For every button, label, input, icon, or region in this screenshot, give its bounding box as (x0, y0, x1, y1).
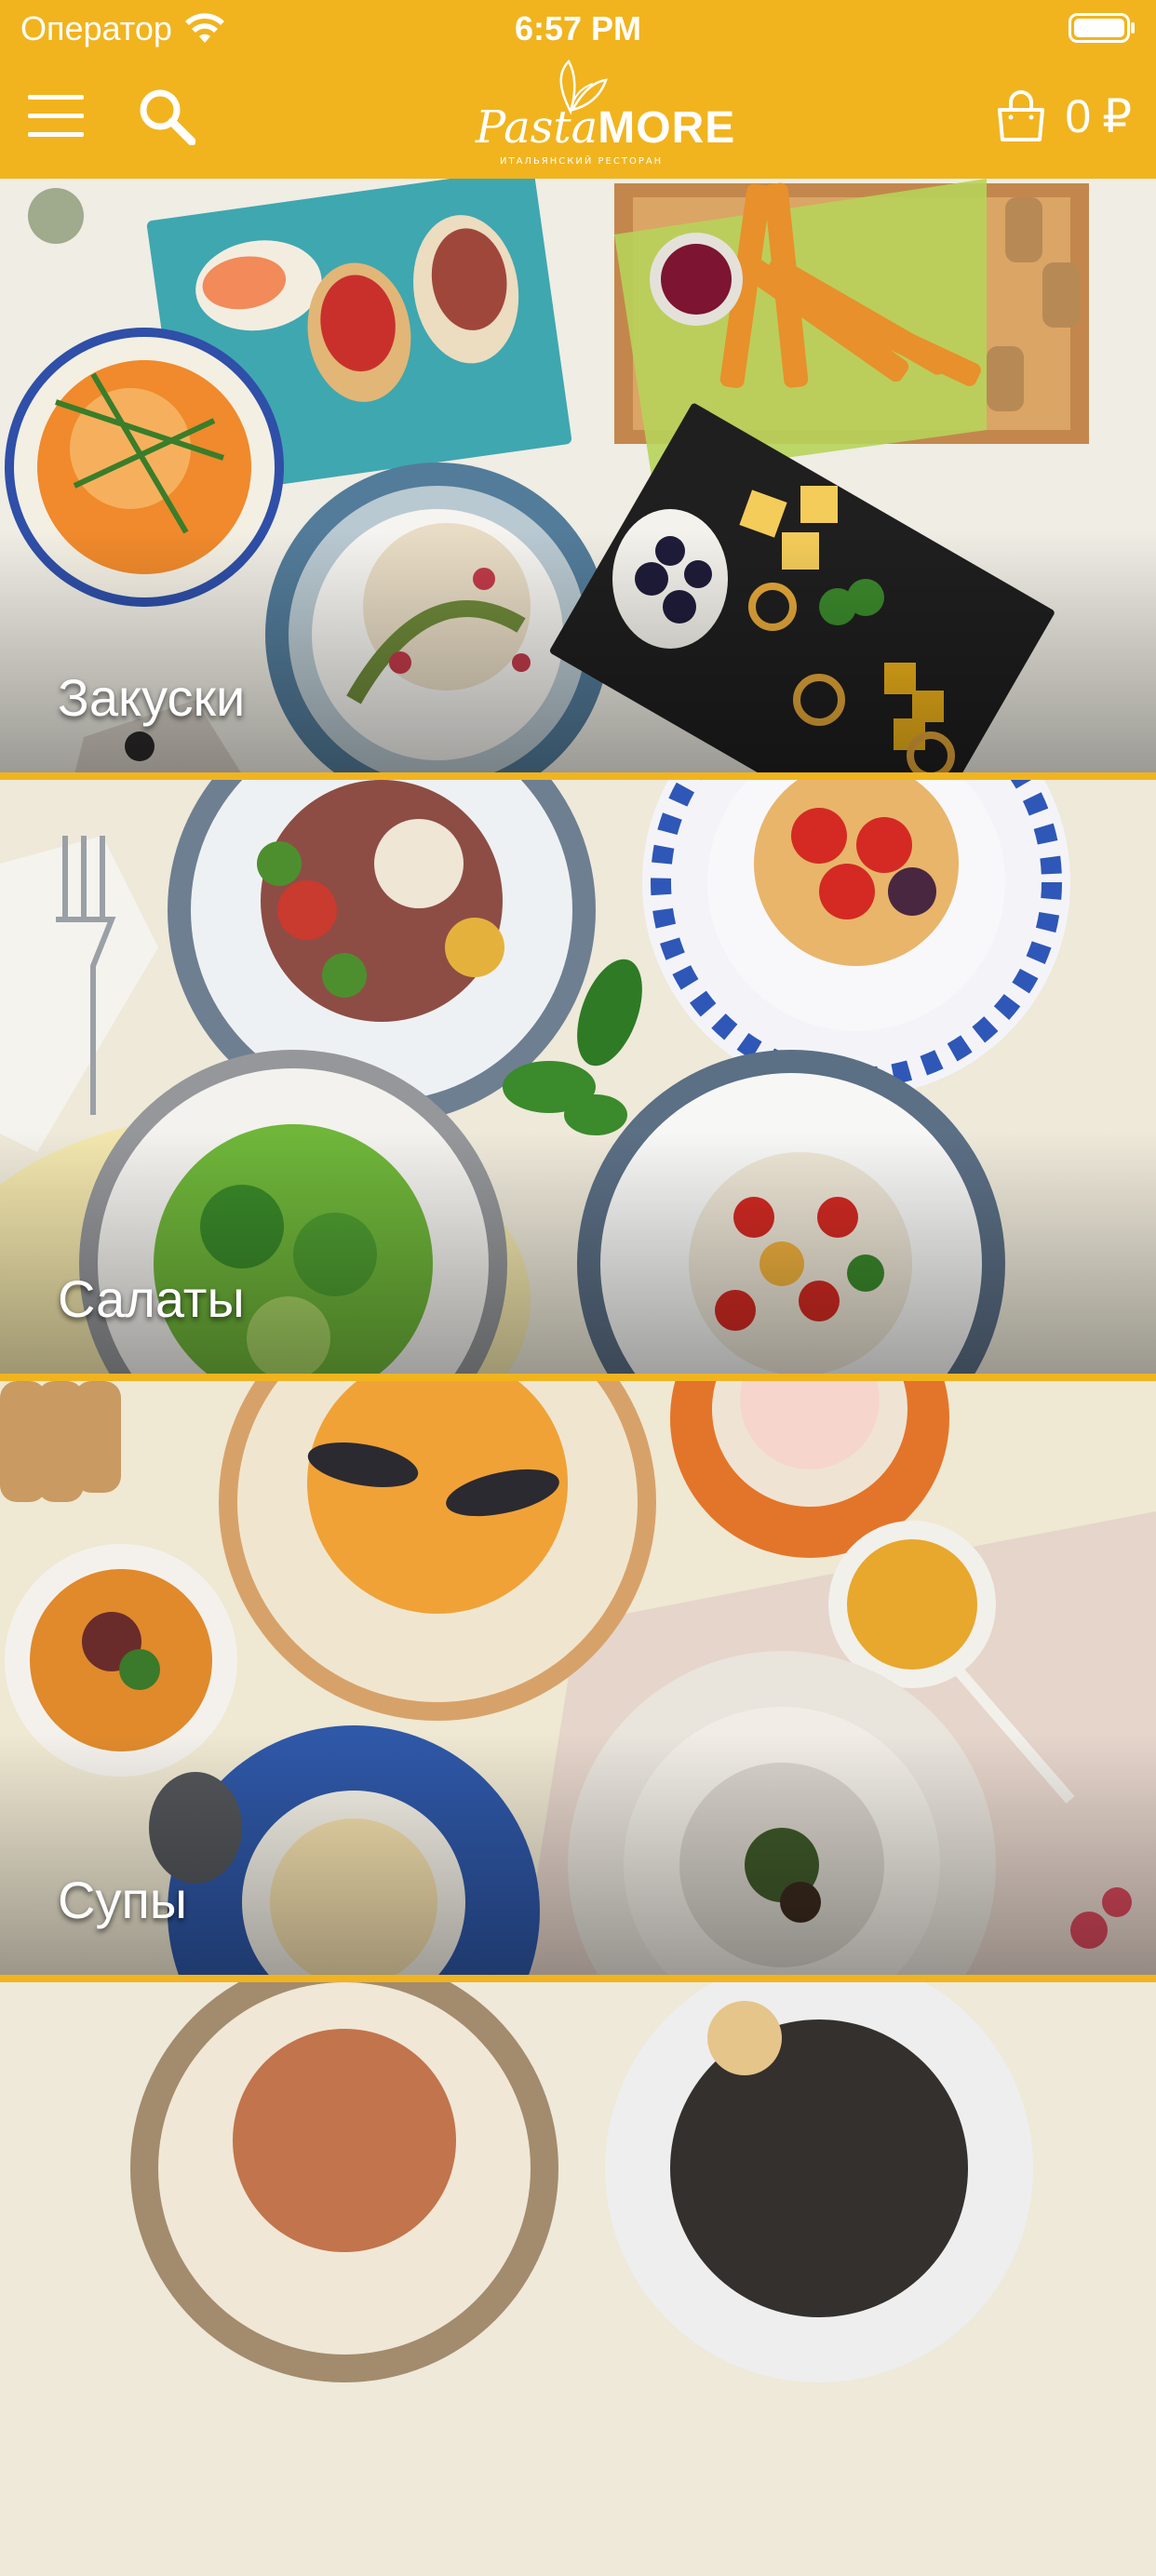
status-time: 6:57 PM (514, 9, 642, 47)
cart-currency: ₽ (1102, 90, 1132, 142)
category-image-shade (0, 530, 1156, 772)
category-image-shade (0, 1132, 1156, 1374)
cart-icon (998, 90, 1045, 141)
category-image-shade (0, 1733, 1156, 1975)
category-image (0, 1982, 1156, 2576)
category-title: Салаты (58, 1269, 245, 1328)
logo-text: PastaMORE (476, 104, 735, 152)
category-title: Закуски (58, 668, 246, 727)
search-icon[interactable] (138, 87, 195, 145)
logo-more-text: MORE (598, 103, 736, 153)
battery-icon (1069, 13, 1135, 43)
category-card-next[interactable] (0, 1982, 1156, 2576)
status-bar: Оператор 6:57 PM (0, 0, 1156, 56)
cart-total: 0 (1065, 90, 1092, 142)
category-title: Супы (58, 1871, 188, 1929)
logo-subtitle: ИТАЛЬЯНСКИЙ РЕСТОРАН (500, 156, 664, 167)
app-header: PastaMORE ИТАЛЬЯНСКИЙ РЕСТОРАН 0 ₽ (0, 56, 1156, 179)
logo[interactable]: PastaMORE ИТАЛЬЯНСКИЙ РЕСТОРАН (470, 56, 734, 172)
logo-pasta-text: Pasta (476, 101, 598, 154)
menu-icon[interactable] (28, 93, 84, 140)
cart-button[interactable]: 0 ₽ (994, 89, 1132, 143)
category-card-supy[interactable]: Супы (0, 1381, 1156, 1975)
category-card-zakuski[interactable]: Закуски (0, 179, 1156, 772)
category-card-salaty[interactable]: Салаты (0, 780, 1156, 1374)
